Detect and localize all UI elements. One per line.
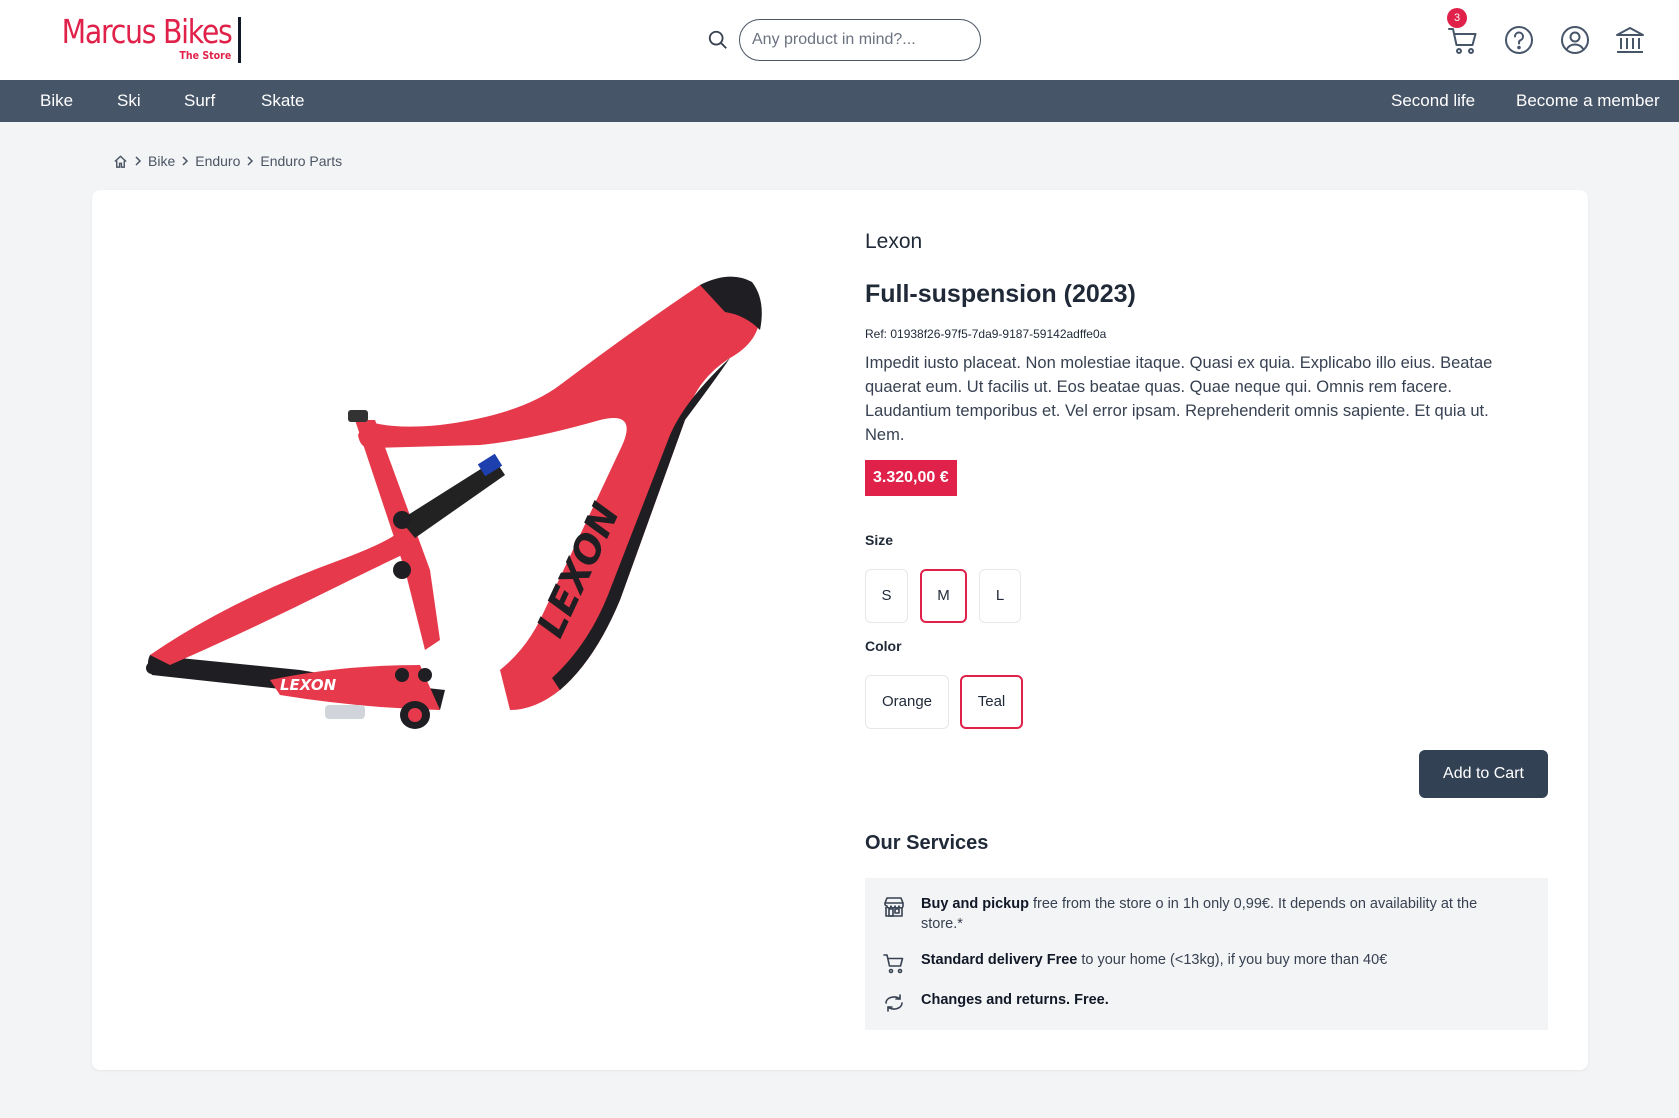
logo-text: Marcus Bikes The Store: [34, 12, 233, 62]
color-option-orange[interactable]: Orange: [865, 675, 949, 729]
site-header: Marcus Bikes The Store 3: [0, 0, 1679, 80]
store-logo[interactable]: Marcus Bikes The Store: [34, 14, 241, 64]
chevron-right-icon: [247, 156, 254, 166]
frame-brand-text-small: LEXON: [280, 676, 337, 694]
logo-subtitle: The Store: [179, 49, 232, 62]
search-input[interactable]: [739, 19, 981, 61]
logo-divider: [237, 17, 241, 63]
chevron-right-icon: [182, 156, 189, 166]
user-account-icon[interactable]: [1559, 24, 1591, 56]
add-to-cart-button[interactable]: Add to Cart: [1419, 750, 1548, 798]
nav-item-skate[interactable]: Skate: [261, 80, 304, 122]
refresh-icon: [885, 994, 903, 1012]
nav-item-ski[interactable]: Ski: [117, 80, 141, 122]
service-returns-title: Changes and returns. Free.: [921, 992, 1109, 1008]
breadcrumb-enduro[interactable]: Enduro: [195, 153, 240, 169]
breadcrumb-enduro-parts[interactable]: Enduro Parts: [260, 153, 342, 169]
product-title: Full-suspension (2023): [865, 280, 1136, 308]
service-pickup-title: Buy and pickup: [921, 896, 1029, 912]
cart-count-badge: 3: [1447, 8, 1467, 28]
help-icon[interactable]: [1503, 24, 1535, 56]
size-label: Size: [865, 532, 894, 548]
size-option-s[interactable]: S: [865, 569, 908, 623]
product-ref: Ref: 01938f26-97f5-7da9-9187-59142adffe0…: [865, 327, 1107, 341]
size-option-m[interactable]: M: [920, 569, 967, 623]
size-option-l[interactable]: L: [979, 569, 1021, 623]
services-panel: Buy and pickup free from the store o in …: [865, 878, 1548, 1030]
service-pickup: Buy and pickup free from the store o in …: [921, 894, 1521, 934]
cart-icon: [883, 954, 904, 974]
product-image: LEXON LEXON: [146, 276, 762, 729]
search-icon[interactable]: [707, 29, 729, 51]
nav-item-surf[interactable]: Surf: [184, 80, 215, 122]
product-description: Impedit iusto placeat. Non molestiae ita…: [865, 354, 1493, 444]
product-brand[interactable]: Lexon: [865, 230, 922, 254]
breadcrumb: Bike Enduro Enduro Parts: [113, 150, 342, 172]
cart-icon[interactable]: [1447, 24, 1479, 56]
service-delivery-text: to your home (<13kg), if you buy more th…: [1077, 952, 1388, 968]
bank-icon[interactable]: [1614, 24, 1646, 56]
service-delivery: Standard delivery Free to your home (<13…: [921, 950, 1521, 970]
nav-item-bike[interactable]: Bike: [40, 80, 73, 122]
color-option-teal[interactable]: Teal: [960, 675, 1023, 729]
color-label: Color: [865, 638, 902, 654]
nav-item-second-life[interactable]: Second life: [1391, 80, 1475, 122]
category-nav: Bike Ski Surf Skate Second life Become a…: [0, 80, 1679, 122]
services-title: Our Services: [865, 832, 989, 854]
price-badge: 3.320,00 €: [865, 460, 957, 496]
service-returns: Changes and returns. Free.: [921, 990, 1521, 1010]
home-icon[interactable]: [113, 154, 128, 169]
logo-title: Marcus Bikes: [61, 12, 233, 51]
breadcrumb-bike[interactable]: Bike: [148, 153, 175, 169]
chevron-right-icon: [135, 156, 142, 166]
store-icon: [884, 897, 904, 917]
service-delivery-title: Standard delivery Free: [921, 952, 1078, 968]
nav-item-become-member[interactable]: Become a member: [1516, 80, 1660, 122]
